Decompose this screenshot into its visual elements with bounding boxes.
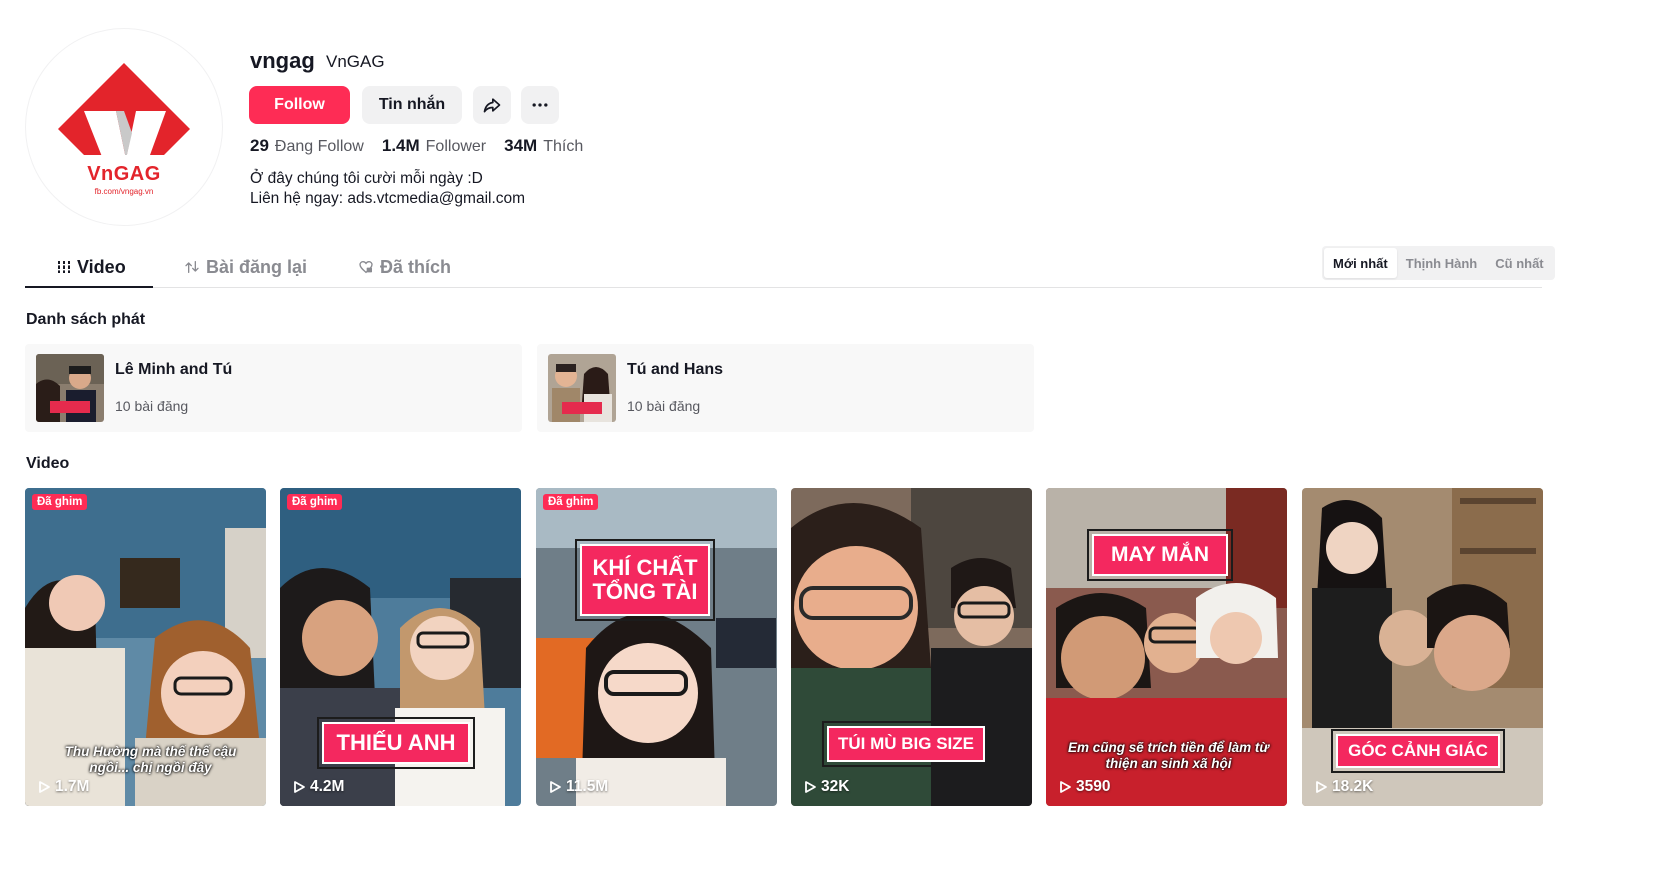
avatar-brand: VnGAG (87, 162, 161, 185)
view-count-value: 3590 (1076, 778, 1111, 795)
playlist-name: Tú and Hans (627, 361, 724, 378)
followers-label: Follower (425, 138, 487, 155)
sort-toggle: Mới nhất Thịnh Hành Cũ nhất (1322, 246, 1555, 280)
sort-oldest[interactable]: Cũ nhất (1486, 248, 1552, 278)
view-count: 1.7M (37, 778, 89, 796)
playlist-thumbnail (548, 354, 616, 422)
following-stat[interactable]: 29 Đang Follow (250, 136, 364, 156)
playlist-count: 10 bài đăng (627, 398, 701, 414)
playlist-card[interactable]: Lê Minh and Tú 10 bài đăng (25, 344, 522, 432)
video-subtitle: Thu Hường mà thế thế cậu ngồi... chị ngồ… (64, 744, 237, 775)
heart-lock-icon (359, 260, 373, 274)
profile-stats: 29 Đang Follow 1.4M Follower 34M Thích (250, 136, 583, 156)
message-button[interactable]: Tin nhắn (362, 86, 462, 124)
view-count-value: 32K (821, 778, 850, 795)
video-card[interactable]: TÚI MÙ BIG SIZE 32K (791, 488, 1032, 806)
view-count-value: 4.2M (310, 778, 345, 795)
video-caption: TÚI MÙ BIG SIZE (822, 721, 990, 767)
profile-bio: Ở đây chúng tôi cười mỗi ngày :D Liên hệ… (250, 169, 525, 209)
view-count: 3590 (1058, 778, 1110, 796)
likes-stat: 34M Thích (504, 136, 583, 156)
view-count-value: 11.5M (566, 778, 609, 795)
repost-icon (185, 261, 199, 273)
tab-repost-label: Bài đăng lại (206, 256, 308, 277)
play-icon (1060, 781, 1071, 793)
username: vngag (250, 48, 315, 73)
more-icon (532, 103, 548, 107)
video-caption: KHÍ CHẤT TỔNG TÀI (575, 539, 715, 621)
tab-liked[interactable]: Đã thích (358, 254, 451, 280)
video-card[interactable]: Đã ghim Thu Hường mà thế thế cậu ngồi...… (25, 488, 266, 806)
bio-line-1: Ở đây chúng tôi cười mỗi ngày :D (250, 170, 483, 187)
likes-label: Thích (543, 138, 584, 155)
tab-repost[interactable]: Bài đăng lại (184, 254, 307, 280)
profile-tabs: Video Bài đăng lại Đã thích (25, 246, 1542, 288)
video-card[interactable]: Đã ghim KHÍ CHẤT TỔNG TÀI 11.5M (536, 488, 777, 806)
video-subtitle: Em cũng sẽ trích tiền để làm từ thiện an… (1068, 740, 1269, 771)
play-icon (294, 781, 305, 793)
nickname: VnGAG (326, 52, 385, 71)
tab-video[interactable]: Video (57, 254, 126, 280)
tab-liked-label: Đã thích (380, 256, 452, 277)
playlist-name: Lê Minh and Tú (115, 361, 233, 378)
profile-page: VnGAG fb.com/vngag.vn vngag VnGAG Follow… (0, 0, 1679, 880)
play-icon (550, 781, 561, 793)
pinned-badge: Đã ghim (32, 494, 88, 510)
play-icon (39, 781, 50, 793)
share-icon (483, 98, 501, 113)
video-caption: GÓC CẢNH GIÁC (1331, 729, 1505, 773)
videos-title: Video (26, 455, 70, 472)
avatar[interactable]: VnGAG fb.com/vngag.vn (25, 28, 223, 226)
tab-active-indicator (25, 286, 153, 288)
playlist-thumbnail (36, 354, 104, 422)
view-count: 4.2M (292, 778, 344, 796)
following-count: 29 (250, 136, 269, 155)
video-card[interactable]: MAY MẮN Em cũng sẽ trích tiền để làm từ … (1046, 488, 1287, 806)
play-icon (805, 781, 816, 793)
video-caption: MAY MẮN (1087, 529, 1233, 581)
more-button[interactable] (521, 86, 559, 124)
bio-line-2: Liên hệ ngay: ads.vtcmedia@gmail.com (250, 190, 526, 207)
playlist-count: 10 bài đăng (115, 398, 189, 414)
video-thumbnail (536, 488, 777, 806)
video-caption: THIẾU ANH (317, 717, 475, 769)
pinned-badge: Đã ghim (543, 494, 599, 510)
grid-icon (57, 261, 71, 273)
video-card[interactable]: Đã ghim THIẾU ANH 4.2M (280, 488, 521, 806)
view-count-value: 1.7M (55, 778, 90, 795)
share-button[interactable] (473, 86, 511, 124)
follow-button[interactable]: Follow (249, 86, 350, 124)
following-label: Đang Follow (274, 138, 364, 155)
play-icon (1316, 781, 1327, 793)
avatar-brand-sub: fb.com/vngag.vn (94, 186, 154, 196)
playlists-title: Danh sách phát (26, 311, 146, 328)
pinned-badge: Đã ghim (287, 494, 343, 510)
sort-newest[interactable]: Mới nhất (1324, 248, 1397, 278)
playlist-card[interactable]: Tú and Hans 10 bài đăng (537, 344, 1034, 432)
view-count-value: 18.2K (1332, 778, 1374, 795)
view-count: 18.2K (1314, 778, 1373, 796)
tab-video-label: Video (77, 256, 126, 277)
view-count: 11.5M (548, 778, 608, 796)
followers-stat[interactable]: 1.4M Follower (382, 136, 486, 156)
video-card[interactable]: GÓC CẢNH GIÁC 18.2K (1302, 488, 1543, 806)
sort-popular[interactable]: Thịnh Hành (1397, 248, 1487, 278)
likes-count: 34M (504, 136, 538, 155)
followers-count: 1.4M (381, 136, 420, 155)
view-count: 32K (803, 778, 849, 796)
